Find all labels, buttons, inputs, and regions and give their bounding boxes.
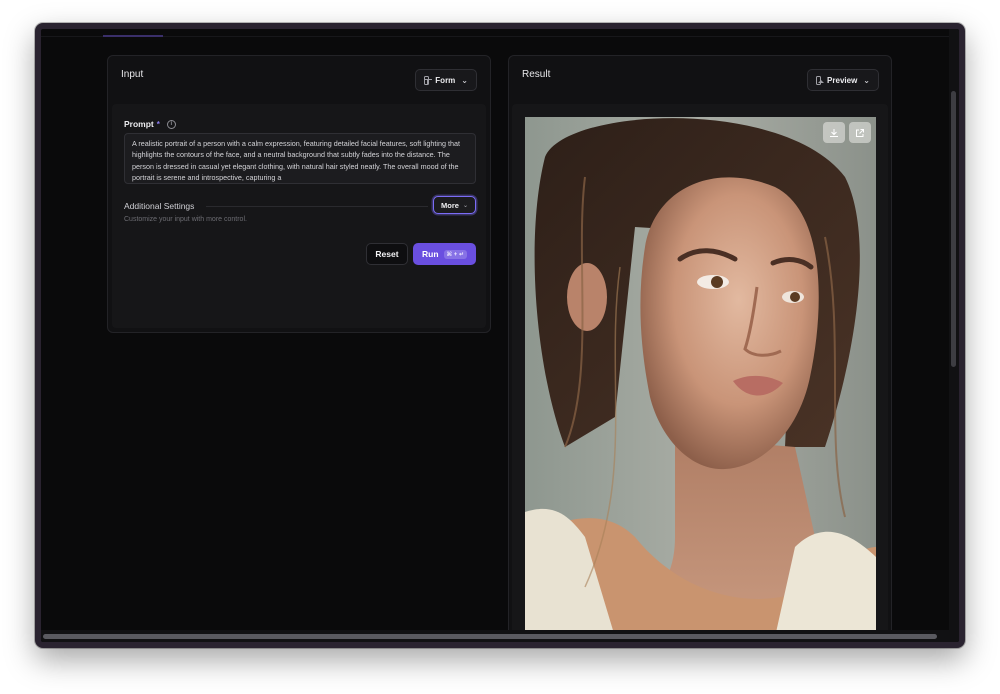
- run-shortcut-badge: ⌘ + ↵: [443, 249, 467, 259]
- additional-settings-divider: [206, 206, 428, 207]
- prompt-textarea[interactable]: A realistic portrait of a person with a …: [124, 133, 476, 184]
- result-panel: Result Preview ⌄: [508, 55, 892, 642]
- run-button[interactable]: Run ⌘ + ↵: [413, 243, 476, 265]
- input-panel-title: Input: [121, 69, 144, 80]
- chevron-down-icon: ⌄: [462, 202, 468, 209]
- form-layout-icon: [424, 75, 433, 85]
- result-image[interactable]: [525, 117, 876, 637]
- preview-view-label: Preview: [827, 75, 858, 85]
- input-panel: Input Form ⌄ Prompt * i A realistic port…: [107, 55, 491, 333]
- prompt-label: Prompt * i: [124, 119, 176, 129]
- download-button[interactable]: [823, 122, 845, 143]
- form-view-label: Form: [435, 75, 456, 85]
- additional-settings-subtitle: Customize your input with more control.: [124, 216, 247, 223]
- reset-button[interactable]: Reset: [366, 243, 408, 265]
- vertical-scrollbar-thumb[interactable]: [951, 91, 956, 367]
- open-external-button[interactable]: [849, 122, 871, 143]
- preview-view-button[interactable]: Preview ⌄: [807, 69, 879, 91]
- vertical-scrollbar[interactable]: [949, 29, 959, 637]
- additional-settings-title: Additional Settings: [124, 201, 195, 211]
- required-marker: *: [156, 119, 160, 129]
- form-view-button[interactable]: Form ⌄: [415, 69, 477, 91]
- input-form: Prompt * i A realistic portrait of a per…: [112, 104, 486, 328]
- chevron-down-icon: ⌄: [863, 75, 870, 85]
- more-settings-label: More: [441, 200, 459, 210]
- chevron-down-icon: ⌄: [461, 75, 468, 85]
- app-window: Input Form ⌄ Prompt * i A realistic port…: [35, 23, 965, 648]
- image-icon: [816, 75, 825, 85]
- horizontal-scrollbar-thumb[interactable]: [43, 634, 937, 639]
- portrait-illustration: [525, 117, 876, 637]
- more-settings-button[interactable]: More ⌄: [433, 196, 476, 214]
- external-link-icon: [856, 128, 864, 137]
- horizontal-scrollbar[interactable]: [41, 630, 959, 642]
- active-tab-indicator: [103, 35, 163, 37]
- prompt-label-text: Prompt: [124, 119, 154, 129]
- run-button-label: Run: [422, 249, 439, 259]
- result-panel-title: Result: [522, 69, 551, 80]
- result-area: [512, 104, 888, 642]
- download-icon: [830, 128, 838, 137]
- info-icon[interactable]: i: [166, 119, 176, 129]
- top-tab-strip: [41, 29, 959, 37]
